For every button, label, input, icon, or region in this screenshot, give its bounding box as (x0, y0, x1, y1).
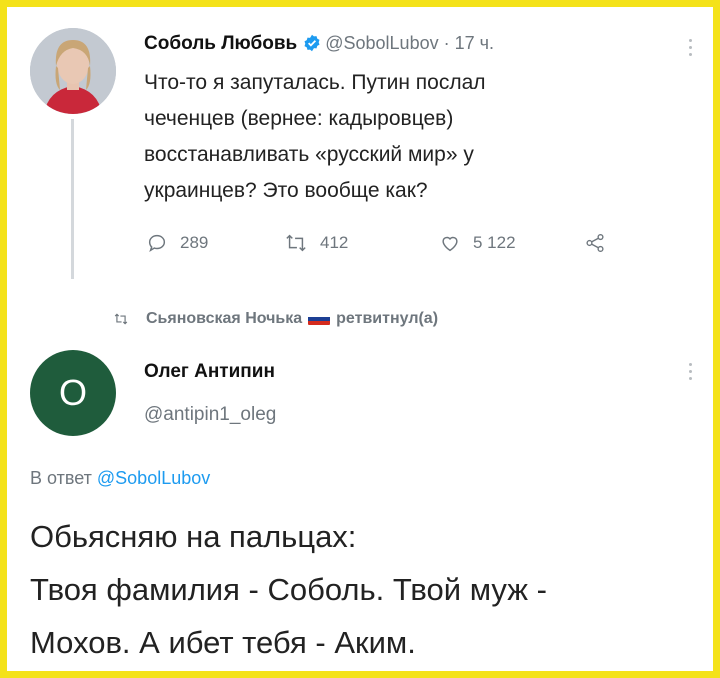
share-icon (586, 233, 604, 253)
retweet-button[interactable]: 412 (284, 232, 348, 254)
avatar-sobol[interactable] (30, 28, 116, 114)
retweeter-name[interactable]: Сьяновская Ночька (146, 310, 302, 328)
author-name[interactable]: Соболь Любовь (144, 33, 297, 54)
retweet-action: ретвитнул(а) (336, 310, 439, 327)
thread-connector-line (71, 119, 74, 279)
avatar-antipin[interactable]: О (30, 350, 116, 436)
heart-icon (442, 236, 458, 252)
image-frame: Соболь Любовь @SobolLubov · 17 ч. Что-то … (0, 0, 720, 678)
reply-button[interactable]: 289 (146, 232, 208, 254)
tweet-text-line: Что-то я запуталась. Путин послал (144, 71, 486, 94)
russian-flag-icon (308, 313, 331, 325)
reply-prefix: В ответ (30, 468, 97, 488)
author-handle[interactable]: @SobolLubov (325, 33, 438, 53)
avatar-letter: О (58, 372, 87, 413)
more-options-icon[interactable] (688, 363, 694, 384)
retweet-icon (114, 313, 128, 325)
tweet-text-line: украинцев? Это вообще как? (144, 179, 428, 202)
author-handle[interactable]: @antipin1_oleg (144, 404, 276, 426)
reply-icon (148, 234, 166, 253)
verified-badge-icon (303, 34, 321, 58)
like-count: 5 122 (473, 233, 516, 252)
tweet1-header: Соболь Любовь @SobolLubov · 17 ч. (144, 33, 494, 58)
tweet1-text: Что-то я запуталась. Путин послал чеченц… (144, 65, 664, 209)
tweet-text-line: восстанавливать «русский мир» у (144, 143, 474, 166)
tweet-time[interactable]: 17 ч. (455, 33, 494, 53)
tweet2-text: Обьясняю на пальцах: Твоя фамилия - Собо… (30, 510, 547, 669)
share-button[interactable] (584, 232, 606, 254)
reply-count: 289 (180, 233, 209, 252)
meta-separator: · (438, 33, 455, 53)
like-button[interactable]: 5 122 (439, 232, 516, 254)
reply-to-handle-link[interactable]: @SobolLubov (97, 468, 210, 488)
tweet-text-line: Обьясняю на пальцах: (30, 519, 357, 554)
tweet-text-line: Твоя фамилия - Соболь. Твой муж - (30, 572, 547, 607)
retweet-count: 412 (320, 233, 349, 252)
portrait-image (30, 28, 116, 114)
reply-context: В ответ @SobolLubov (30, 468, 210, 489)
author-name[interactable]: Олег Антипин (144, 361, 275, 383)
more-options-icon[interactable] (688, 39, 694, 60)
retweet-icon (286, 234, 306, 252)
tweet1-action-bar: 289 412 5 122 (144, 232, 644, 258)
retweet-banner: Сьяновская Ночька ретвитнул(а) (112, 310, 438, 328)
tweet-text-line: чеченцев (вернее: кадыровцев) (144, 107, 454, 130)
tweet-text-line: Мохов. А ибет тебя - Аким. (30, 625, 416, 660)
